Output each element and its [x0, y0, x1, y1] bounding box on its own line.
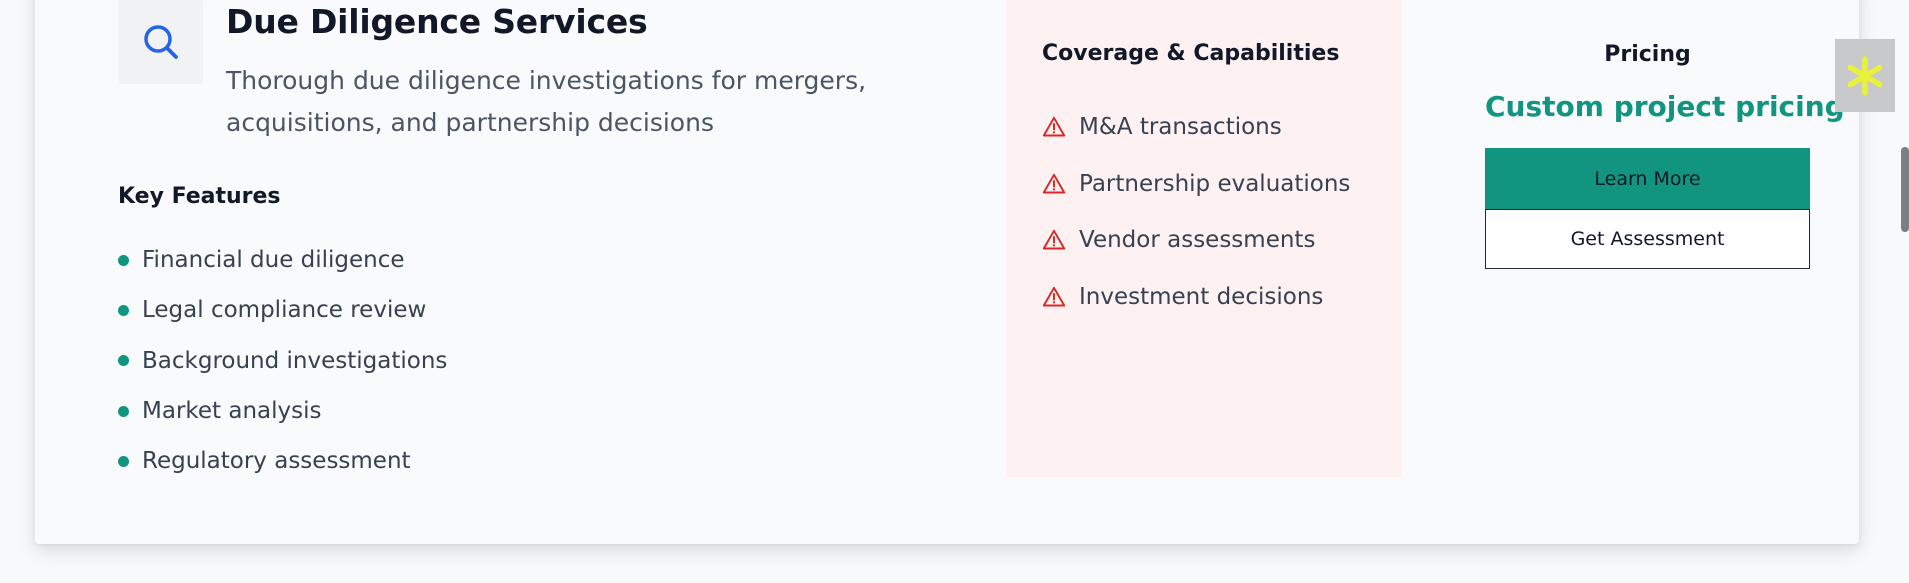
floating-widget-button[interactable]	[1835, 39, 1895, 112]
bullet-dot-icon	[118, 405, 129, 417]
service-icon-box	[118, 0, 203, 84]
coverage-item-label: Partnership evaluations	[1079, 170, 1351, 197]
pricing-panel: Pricing Custom project pricing Learn Mor…	[1485, 0, 1845, 269]
bullet-dot-icon	[118, 355, 129, 367]
warning-icon	[1042, 117, 1066, 137]
coverage-item: Vendor assessments	[1042, 212, 1350, 269]
bullet-dot-icon	[118, 455, 129, 467]
bullet-dot-icon	[118, 254, 129, 266]
feature-item: Regulatory assessment	[118, 436, 447, 486]
service-title: Due Diligence Services	[226, 2, 648, 41]
service-subtitle: Thorough due diligence investigations fo…	[226, 66, 867, 137]
search-icon	[143, 24, 178, 59]
key-features-list: Financial due diligence Legal compliance…	[118, 235, 447, 486]
coverage-item: M&A transactions	[1042, 99, 1350, 156]
bullet-dot-icon	[118, 304, 129, 316]
get-assessment-button[interactable]: Get Assessment	[1485, 209, 1810, 269]
coverage-item: Partnership evaluations	[1042, 156, 1350, 213]
coverage-item-label: M&A transactions	[1079, 114, 1282, 141]
asterisk-icon	[1847, 55, 1883, 96]
feature-item: Background investigations	[118, 336, 447, 386]
coverage-item-label: Investment decisions	[1079, 283, 1324, 310]
feature-item: Legal compliance review	[118, 285, 447, 335]
warning-icon	[1042, 286, 1066, 307]
scrollbar-thumb[interactable]	[1901, 147, 1909, 232]
coverage-item: Investment decisions	[1042, 269, 1350, 326]
pricing-label: Pricing	[1604, 42, 1691, 67]
coverage-panel: Coverage & Capabilities M&A transactions…	[1006, 0, 1402, 477]
key-features-heading: Key Features	[118, 184, 281, 209]
feature-item-label: Financial due diligence	[142, 247, 405, 274]
warning-icon	[1042, 230, 1066, 250]
learn-more-button[interactable]: Learn More	[1485, 148, 1810, 209]
pricing-value: Custom project pricing	[1485, 90, 1845, 123]
coverage-list: M&A transactions Partnership evaluations…	[1042, 99, 1350, 325]
coverage-item-label: Vendor assessments	[1079, 227, 1316, 254]
feature-item-label: Legal compliance review	[142, 297, 427, 324]
service-card: Due Diligence Services Thorough due dili…	[35, 0, 1859, 544]
coverage-heading: Coverage & Capabilities	[1042, 41, 1340, 66]
warning-icon	[1042, 173, 1066, 194]
feature-item-label: Market analysis	[142, 398, 322, 425]
feature-item-label: Background investigations	[142, 347, 448, 374]
feature-item: Market analysis	[118, 386, 447, 436]
feature-item-label: Regulatory assessment	[142, 448, 411, 475]
feature-item: Financial due diligence	[118, 235, 447, 285]
